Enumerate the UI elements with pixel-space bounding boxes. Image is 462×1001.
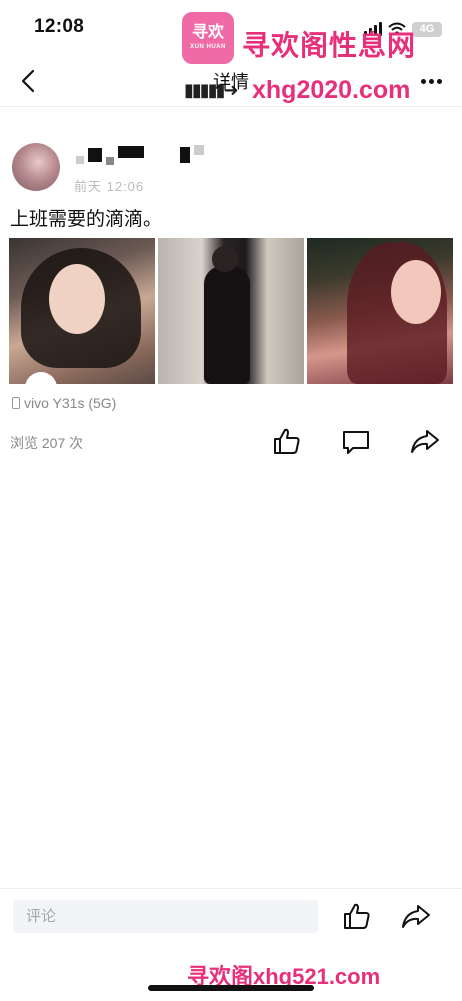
bottom-share-button[interactable] [400, 902, 432, 932]
mosaic-block [88, 148, 102, 162]
photo-figure-head [212, 246, 238, 272]
view-count: 浏览 207 次 [10, 435, 84, 451]
status-time: 12:08 [34, 16, 85, 37]
photo-figure [204, 266, 250, 384]
post-time: 前天 12:06 [74, 179, 145, 194]
more-dot [436, 78, 442, 84]
thumbs-up-icon [274, 428, 300, 454]
mosaic-block [180, 147, 190, 163]
bottom-like-button[interactable] [342, 901, 372, 931]
comment-bubble-icon [343, 431, 369, 454]
device-info: vivo Y31s (5G) [12, 394, 116, 412]
photo-face [49, 264, 105, 334]
status-bar: 12:08 4G [0, 0, 462, 56]
bottom-bar: 寻欢阁xhg521.com [0, 888, 462, 1001]
share-arrow-icon [402, 905, 430, 928]
more-button[interactable] [416, 68, 446, 94]
photo-face [391, 260, 441, 324]
photo-grid [9, 238, 453, 384]
comment-input[interactable] [13, 900, 318, 933]
post-photo-1[interactable] [9, 238, 155, 384]
wifi-icon [388, 22, 406, 36]
post-photo-2[interactable] [158, 238, 304, 384]
more-dot [428, 78, 434, 84]
status-icons: 4G [364, 20, 442, 38]
thumbs-up-icon [344, 903, 370, 929]
share-button[interactable] [409, 427, 441, 457]
phone-icon [12, 397, 20, 409]
mosaic-block [76, 156, 84, 164]
post-text: 上班需要的滴滴。 [10, 209, 163, 230]
author-name-redacted[interactable] [76, 143, 204, 167]
mosaic-gap [148, 151, 176, 159]
battery-icon: 4G [412, 21, 442, 37]
post-photo-3[interactable] [307, 238, 453, 384]
page-title: 详情 [213, 72, 249, 92]
signal-icon [364, 22, 382, 36]
mosaic-block [118, 146, 144, 158]
home-indicator[interactable] [148, 985, 314, 991]
nav-bar: 详情 [0, 56, 462, 107]
share-arrow-icon [411, 430, 439, 453]
like-button[interactable] [272, 426, 302, 456]
more-dots-icon [420, 78, 426, 84]
mosaic-block [194, 145, 204, 155]
avatar[interactable] [12, 143, 60, 191]
device-label: vivo Y31s (5G) [24, 395, 117, 411]
comment-button[interactable] [341, 427, 371, 457]
mosaic-block [106, 157, 114, 165]
photo-overlay-circle [25, 372, 57, 384]
